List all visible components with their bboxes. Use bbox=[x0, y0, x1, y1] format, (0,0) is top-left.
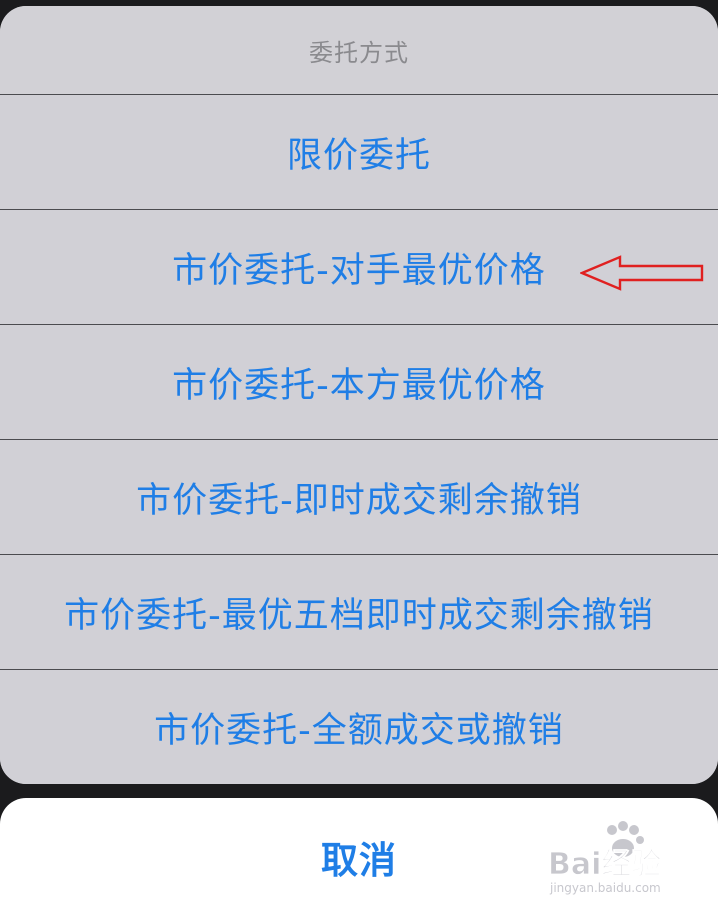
order-type-market-fill-or-kill-option[interactable]: 市价委托-全额成交或撤销 bbox=[0, 670, 718, 784]
option-label: 市价委托-对手最优价格 bbox=[172, 250, 546, 291]
order-type-market-own-best-option[interactable]: 市价委托-本方最优价格 bbox=[0, 325, 718, 439]
order-type-limit-option[interactable]: 限价委托 bbox=[0, 95, 718, 209]
cancel-button[interactable]: 取消 bbox=[0, 798, 718, 916]
option-label: 市价委托-本方最优价格 bbox=[172, 365, 546, 406]
action-sheet-header: 委托方式 bbox=[0, 6, 718, 94]
option-label: 市价委托-全额成交或撤销 bbox=[154, 710, 564, 751]
cancel-label: 取消 bbox=[321, 839, 397, 882]
action-sheet: 委托方式 限价委托 市价委托-对手最优价格 市价委托-本方最优价格 市价委托-即… bbox=[0, 6, 718, 784]
red-arrow-icon bbox=[580, 255, 704, 291]
option-label: 市价委托-即时成交剩余撤销 bbox=[136, 480, 582, 521]
option-label: 市价委托-最优五档即时成交剩余撤销 bbox=[64, 595, 654, 636]
order-type-market-counterparty-best-option[interactable]: 市价委托-对手最优价格 bbox=[0, 210, 718, 324]
cancel-sheet: 取消 bbox=[0, 798, 718, 918]
order-type-market-immediate-cancel-option[interactable]: 市价委托-即时成交剩余撤销 bbox=[0, 440, 718, 554]
action-sheet-title: 委托方式 bbox=[309, 38, 409, 67]
order-type-market-best-five-option[interactable]: 市价委托-最优五档即时成交剩余撤销 bbox=[0, 555, 718, 669]
option-label: 限价委托 bbox=[286, 135, 431, 176]
